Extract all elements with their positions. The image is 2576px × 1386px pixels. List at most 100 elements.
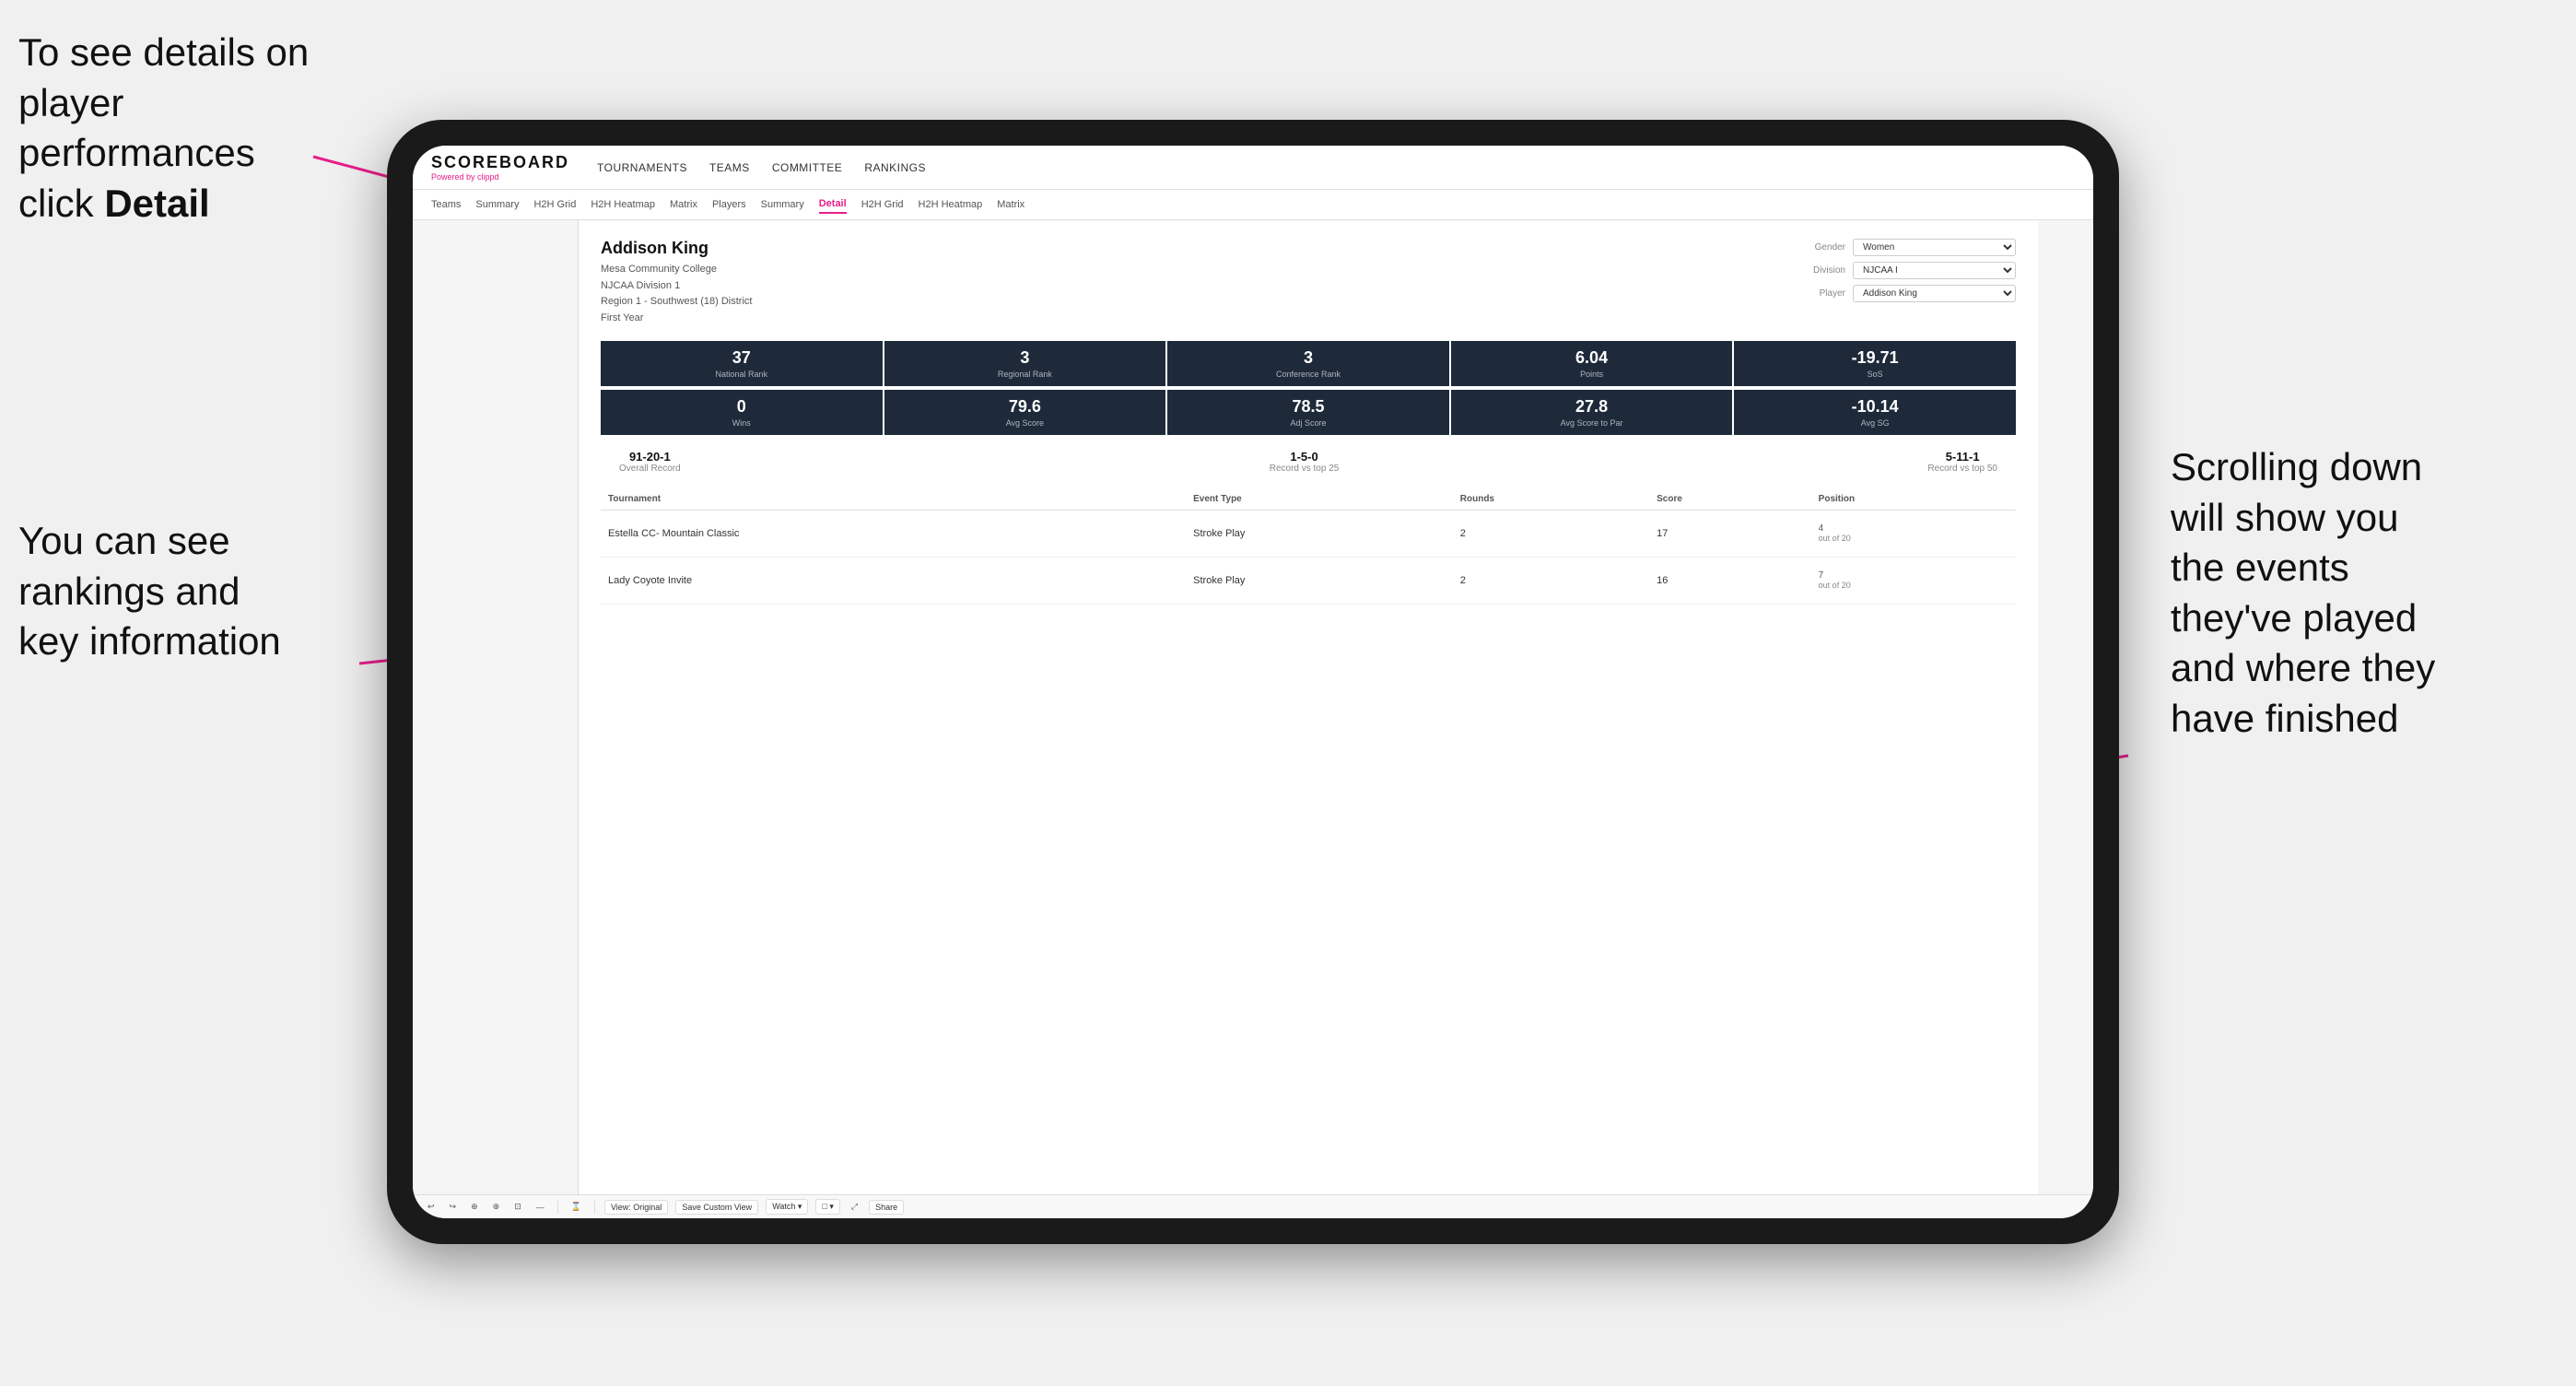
- sub-nav-summary2[interactable]: Summary: [761, 196, 804, 213]
- table-row[interactable]: Lady Coyote Invite Stroke Play 2 16 7out…: [601, 558, 2016, 605]
- record-top50-value: 5-11-1: [1927, 450, 1997, 464]
- player-header: Addison King Mesa Community College NJCA…: [601, 239, 2016, 326]
- player-year: First Year: [601, 311, 752, 327]
- division-control: Division NJCAA I: [1795, 262, 2016, 279]
- td-rounds-2: 2: [1453, 558, 1649, 605]
- stat-regional-rank: 3 Regional Rank: [884, 341, 1166, 386]
- sub-nav-matrix[interactable]: Matrix: [670, 196, 697, 213]
- view-original-label: View: Original: [611, 1203, 662, 1212]
- table-header-row: Tournament Event Type Rounds Score Posit…: [601, 488, 2016, 511]
- save-custom-label: Save Custom View: [682, 1203, 752, 1212]
- stat-value-sos: -19.71: [1743, 348, 2007, 368]
- stat-value-national: 37: [610, 348, 873, 368]
- player-control: Player Addison King: [1795, 285, 2016, 302]
- toolbar-screen[interactable]: □ ▾: [815, 1199, 839, 1215]
- player-division: NJCAA Division 1: [601, 278, 752, 295]
- td-event-type-1: Stroke Play: [1186, 511, 1453, 558]
- annotation-line3: click: [18, 182, 104, 225]
- player-controls: Gender Women Division NJCAA I: [1795, 239, 2016, 326]
- left-sidebar: [413, 220, 579, 1194]
- th-score: Score: [1649, 488, 1811, 511]
- annotation-bold: Detail: [104, 182, 209, 225]
- stat-label-regional: Regional Rank: [894, 370, 1157, 379]
- nav-bar: SCOREBOARD Powered by clippd TOURNAMENTS…: [413, 146, 2093, 190]
- sub-nav-summary[interactable]: Summary: [475, 196, 519, 213]
- record-overall-label: Overall Record: [619, 464, 681, 474]
- gender-select[interactable]: Women: [1853, 239, 2016, 256]
- sub-nav-teams[interactable]: Teams: [431, 196, 461, 213]
- content-area[interactable]: Addison King Mesa Community College NJCA…: [579, 220, 2038, 1194]
- nav-teams[interactable]: TEAMS: [709, 158, 750, 178]
- division-label: Division: [1795, 265, 1845, 276]
- annotation-r-line5: and where they: [2171, 646, 2435, 689]
- stat-avg-sg: -10.14 Avg SG: [1734, 390, 2016, 435]
- stats-row-1: 37 National Rank 3 Regional Rank 3 Confe…: [601, 341, 2016, 386]
- stat-label-conference: Conference Rank: [1177, 370, 1440, 379]
- nav-rankings[interactable]: RANKINGS: [864, 158, 926, 178]
- td-score-1: 17: [1649, 511, 1811, 558]
- stat-label-adj-score: Adj Score: [1177, 418, 1440, 428]
- toolbar-expand[interactable]: ⤢: [848, 1200, 861, 1214]
- record-overall-value: 91-20-1: [619, 450, 681, 464]
- sub-nav-h2h-heatmap[interactable]: H2H Heatmap: [591, 196, 655, 213]
- annotation-top-left: To see details on player performances cl…: [18, 28, 369, 229]
- right-sidebar: [2038, 220, 2093, 1194]
- stat-sos: -19.71 SoS: [1734, 341, 2016, 386]
- toolbar-redo[interactable]: ↪: [446, 1200, 461, 1214]
- td-tournament-2: Lady Coyote Invite: [601, 558, 1186, 605]
- nav-committee[interactable]: COMMITTEE: [772, 158, 843, 178]
- sub-nav-detail[interactable]: Detail: [819, 195, 847, 214]
- sub-nav-h2h-heatmap2[interactable]: H2H Heatmap: [919, 196, 983, 213]
- records-row: 91-20-1 Overall Record 1-5-0 Record vs t…: [601, 450, 2016, 474]
- td-position-1: 4out of 20: [1811, 511, 2016, 558]
- annotation-r-line6: have finished: [2171, 697, 2399, 740]
- tablet-screen: SCOREBOARD Powered by clippd TOURNAMENTS…: [413, 146, 2093, 1218]
- record-top50-label: Record vs top 50: [1927, 464, 1997, 474]
- td-tournament-1: Estella CC- Mountain Classic: [601, 511, 1186, 558]
- table-row[interactable]: Estella CC- Mountain Classic Stroke Play…: [601, 511, 2016, 558]
- annotation-line2: player performances: [18, 81, 255, 175]
- sub-nav-h2h-grid[interactable]: H2H Grid: [533, 196, 576, 213]
- sub-nav-h2h-grid2[interactable]: H2H Grid: [861, 196, 904, 213]
- stat-label-points: Points: [1460, 370, 1724, 379]
- annotation-bl-line2: rankings and: [18, 570, 240, 613]
- record-top25: 1-5-0 Record vs top 25: [1270, 450, 1340, 474]
- annotation-r-line3: the events: [2171, 546, 2349, 589]
- toolbar-share[interactable]: Share: [869, 1200, 904, 1215]
- td-event-type-2: Stroke Play: [1186, 558, 1453, 605]
- nav-items: TOURNAMENTS TEAMS COMMITTEE RANKINGS: [597, 158, 926, 178]
- sub-nav-players[interactable]: Players: [712, 196, 746, 213]
- toolbar-btn5[interactable]: ⊡: [510, 1200, 525, 1214]
- toolbar-save-custom[interactable]: Save Custom View: [675, 1200, 758, 1215]
- gender-label: Gender: [1795, 242, 1845, 253]
- logo-scoreboard: SCOREBOARD: [431, 153, 569, 172]
- stat-wins: 0 Wins: [601, 390, 883, 435]
- sub-nav-matrix2[interactable]: Matrix: [997, 196, 1025, 213]
- stat-label-avg-par: Avg Score to Par: [1460, 418, 1724, 428]
- tablet-device: SCOREBOARD Powered by clippd TOURNAMENTS…: [387, 120, 2119, 1244]
- player-name: Addison King: [601, 239, 752, 258]
- player-info: Addison King Mesa Community College NJCA…: [601, 239, 752, 326]
- stat-label-avg-sg: Avg SG: [1743, 418, 2007, 428]
- annotation-bl-line3: key information: [18, 619, 281, 663]
- sub-nav: Teams Summary H2H Grid H2H Heatmap Matri…: [413, 190, 2093, 220]
- toolbar-sep1: [557, 1201, 558, 1214]
- toolbar-btn6[interactable]: —: [533, 1201, 548, 1214]
- stat-value-avg-par: 27.8: [1460, 397, 1724, 417]
- toolbar-watch[interactable]: Watch ▾: [766, 1199, 808, 1215]
- player-select[interactable]: Addison King: [1853, 285, 2016, 302]
- record-overall: 91-20-1 Overall Record: [619, 450, 681, 474]
- toolbar-clock[interactable]: ⌛: [568, 1200, 585, 1214]
- toolbar-view-original[interactable]: View: Original: [604, 1200, 668, 1215]
- stat-conference-rank: 3 Conference Rank: [1167, 341, 1449, 386]
- stat-avg-score-par: 27.8 Avg Score to Par: [1451, 390, 1733, 435]
- stat-value-points: 6.04: [1460, 348, 1724, 368]
- nav-tournaments[interactable]: TOURNAMENTS: [597, 158, 687, 178]
- toolbar-btn4[interactable]: ⊕: [489, 1200, 504, 1214]
- stat-value-avg-score: 79.6: [894, 397, 1157, 417]
- toolbar-btn3[interactable]: ⊕: [467, 1200, 482, 1214]
- td-score-2: 16: [1649, 558, 1811, 605]
- toolbar-undo[interactable]: ↩: [424, 1200, 439, 1214]
- division-select[interactable]: NJCAA I: [1853, 262, 2016, 279]
- td-rounds-1: 2: [1453, 511, 1649, 558]
